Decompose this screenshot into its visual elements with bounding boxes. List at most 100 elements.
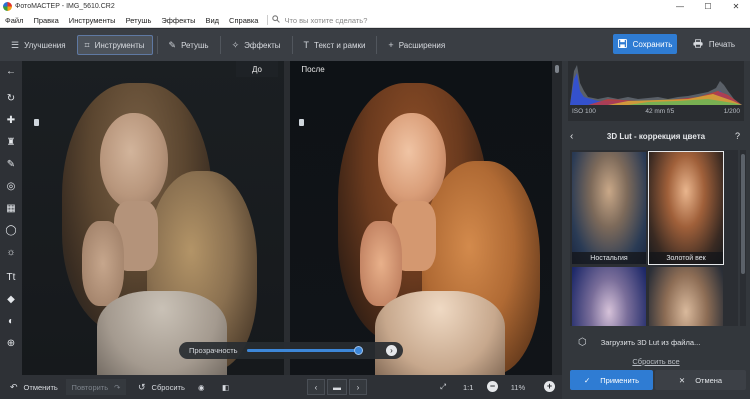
- actual-size-button[interactable]: 1:1: [463, 379, 473, 395]
- reset-label: Сбросить: [151, 382, 185, 392]
- lut-gallery-scrollbar[interactable]: [740, 150, 746, 326]
- lut-caption: Ностальгия: [572, 252, 646, 264]
- lut-thumbnail-3[interactable]: [572, 267, 646, 326]
- next-image-button[interactable]: ›: [349, 379, 367, 395]
- checkmark-icon: ✓: [583, 375, 591, 385]
- opacity-label: Прозрачность: [189, 346, 238, 355]
- redo-label: Повторить: [71, 382, 109, 392]
- apply-button[interactable]: ✓ Применить: [570, 370, 653, 390]
- color-change-icon[interactable]: ◐: [0, 311, 22, 331]
- scrollbar-thumb[interactable]: [555, 65, 559, 73]
- menu-file[interactable]: Файл: [0, 16, 28, 25]
- lut-thumbnail-nostalgia[interactable]: Ностальгия: [572, 152, 646, 264]
- zoom-out-button[interactable]: −: [487, 381, 498, 392]
- tab-enhance[interactable]: ☰ Улучшения: [4, 35, 73, 55]
- back-arrow-icon[interactable]: ←: [0, 61, 22, 81]
- before-image: [22, 61, 284, 375]
- menu-help[interactable]: Справка: [224, 16, 263, 25]
- sliders-icon: ☰: [11, 39, 20, 50]
- iso-value: ISO 100: [572, 108, 596, 115]
- print-button[interactable]: Печать: [684, 34, 744, 54]
- opacity-slider-handle[interactable]: [354, 346, 363, 355]
- folder-icon[interactable]: ▬: [327, 379, 347, 395]
- zoom-level[interactable]: 11%: [502, 379, 534, 395]
- compare-icon[interactable]: ◧: [222, 379, 229, 395]
- menu-view[interactable]: Вид: [200, 16, 224, 25]
- tab-text-frames-label: Текст и рамки: [314, 40, 366, 50]
- exif-info: ISO 100 42 mm f/5 1/200: [568, 108, 744, 115]
- chevron-left-icon[interactable]: ‹: [570, 131, 573, 142]
- maximize-button[interactable]: ☐: [694, 0, 722, 13]
- vignette-icon[interactable]: ◯: [0, 220, 22, 240]
- zoom-in-button[interactable]: +: [544, 381, 555, 392]
- previous-image-button[interactable]: ‹: [307, 379, 325, 395]
- crop-icon: ⌗: [84, 39, 90, 50]
- heal-patch-icon[interactable]: ✚: [0, 110, 22, 130]
- brush-icon[interactable]: ✎: [0, 154, 22, 174]
- chevron-right-icon[interactable]: ›: [386, 345, 397, 356]
- light-icon[interactable]: ☼: [0, 242, 22, 262]
- cancel-button[interactable]: ✕ Отмена: [655, 370, 746, 390]
- text-icon: T: [303, 40, 310, 50]
- printer-icon: [693, 38, 703, 50]
- tab-tools-label: Инструменты: [94, 40, 145, 50]
- gradient-filter-icon[interactable]: ▦: [0, 198, 22, 218]
- reset-button[interactable]: ↺ Сбросить: [138, 379, 185, 395]
- close-icon: ✕: [678, 375, 686, 385]
- reset-all-link[interactable]: Сбросить все: [562, 357, 750, 366]
- tab-effects-label: Эффекты: [244, 40, 281, 50]
- rotate-icon[interactable]: ↻: [0, 88, 22, 108]
- plus-icon: +: [388, 40, 394, 50]
- floppy-disk-icon: [617, 38, 627, 50]
- save-button[interactable]: Сохранить: [613, 34, 677, 54]
- lut-caption: Золотой век: [649, 252, 723, 264]
- text-tool-icon[interactable]: Tt: [0, 267, 22, 287]
- undo-icon: ↶: [10, 381, 18, 392]
- undo-label: Отменить: [23, 382, 58, 392]
- undo-button[interactable]: ↶ Отменить: [10, 379, 58, 395]
- lut-thumbnail-golden-age[interactable]: Золотой век: [648, 151, 724, 265]
- cube-icon: ⬡: [578, 336, 587, 348]
- load-lut-label: Загрузить 3D Lut из файла...: [600, 337, 701, 347]
- lut-gallery: Ностальгия Золотой век: [570, 150, 738, 326]
- marker-pin-icon: [299, 119, 304, 126]
- menu-edit[interactable]: Правка: [28, 16, 63, 25]
- lut-thumbnail-4[interactable]: [649, 267, 723, 326]
- right-panel: ISO 100 42 mm f/5 1/200 ‹ 3D Lut - корре…: [562, 61, 750, 399]
- tab-retouch[interactable]: ✎ Ретушь: [162, 35, 216, 55]
- tab-text-frames[interactable]: T Текст и рамки: [297, 35, 373, 55]
- search-placeholder: Что вы хотите сделать?: [284, 15, 368, 25]
- radial-filter-icon[interactable]: ◎: [0, 176, 22, 196]
- opacity-slider[interactable]: [247, 346, 363, 355]
- redo-button[interactable]: Повторить ↷: [66, 379, 126, 395]
- fill-bucket-icon[interactable]: ◆: [0, 289, 22, 309]
- eye-icon[interactable]: ◉: [198, 379, 205, 395]
- menu-retouch[interactable]: Ретушь: [121, 16, 157, 25]
- tab-tools[interactable]: ⌗ Инструменты: [76, 35, 153, 55]
- save-button-label: Сохранить: [632, 39, 673, 49]
- canvas-scrollbar[interactable]: [552, 61, 562, 375]
- close-button[interactable]: ✕: [722, 0, 750, 13]
- stamp-icon[interactable]: ♜: [0, 132, 22, 152]
- load-lut-button[interactable]: ⬡ Загрузить 3D Lut из файла...: [570, 331, 746, 353]
- title-bar: ФотоМАСТЕР - IMG_5610.CR2 — ☐ ✕: [0, 0, 750, 13]
- app-logo-icon: [3, 2, 12, 11]
- window-controls: — ☐ ✕: [666, 0, 750, 13]
- tab-extensions[interactable]: + Расширения: [381, 35, 452, 55]
- toolbar-separator: [219, 36, 221, 54]
- command-search[interactable]: Что вы хотите сделать?: [272, 15, 367, 25]
- crosshair-icon[interactable]: ⊕: [0, 333, 22, 353]
- help-icon[interactable]: ?: [735, 131, 740, 141]
- image-canvas[interactable]: До После Прозрачность ›: [22, 61, 552, 375]
- cancel-button-label: Отмена: [695, 375, 723, 385]
- tab-retouch-label: Ретушь: [181, 40, 209, 50]
- menu-tools[interactable]: Инструменты: [64, 16, 121, 25]
- tab-effects[interactable]: ✧ Эффекты: [225, 35, 288, 55]
- scrollbar-thumb[interactable]: [741, 154, 745, 274]
- minimize-button[interactable]: —: [666, 0, 694, 13]
- opacity-slider-fill: [247, 349, 359, 352]
- menu-effects[interactable]: Эффекты: [156, 16, 200, 25]
- reset-icon: ↺: [138, 381, 146, 392]
- tab-enhance-label: Улучшения: [24, 40, 66, 50]
- fit-to-screen-icon[interactable]: ⤢: [440, 379, 446, 395]
